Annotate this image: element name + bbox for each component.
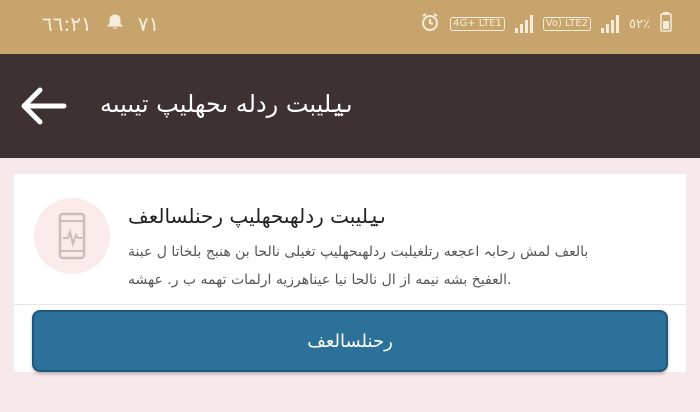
primary-action-button[interactable]: رحنلسالعف — [32, 310, 668, 372]
status-temperature: ٧١ — [137, 12, 160, 36]
network-label-1: Vo) LTE2 — [542, 17, 592, 31]
status-bar-right: 4G+ LTE1 Vo) LTE2 ٥٢٪ — [420, 12, 672, 36]
notification-icon — [106, 12, 124, 36]
battery-icon — [660, 12, 672, 36]
battery-percent: ٥٢٪ — [629, 16, 650, 32]
signal-icon — [514, 15, 533, 33]
primary-action-button-label: رحنلسالعف — [307, 330, 393, 352]
card-description: بالعف لمش رحابہ اعجعه رتلغيلبت ردلهىحهلي… — [128, 244, 589, 288]
app-bar: ٮݐليبت ردله ىحهليپ تيىيىه — [0, 54, 700, 158]
status-bar-left: ٦٦:٢١ ٧١ — [42, 12, 159, 36]
network-label-2: 4G+ LTE1 — [450, 17, 505, 31]
card-divider — [14, 304, 686, 305]
status-bar: ٦٦:٢١ ٧١ 4G+ LTE1 Vo) LTE2 ٥٢٪ — [0, 0, 700, 54]
back-button[interactable] — [16, 82, 68, 130]
content-card: ٮݐليبت ردلهىحهليپ رحنلسالعف بالعف لمش رح… — [14, 174, 686, 372]
signal-icon-2 — [601, 15, 620, 33]
alarm-icon — [420, 12, 440, 36]
back-arrow-icon — [21, 87, 67, 125]
phone-health-icon — [34, 198, 110, 274]
status-time: ٦٦:٢١ — [42, 12, 92, 36]
page-title: ٮݐليبت ردله ىحهليپ تيىيىه — [100, 90, 353, 118]
card-title: ٮݐليبت ردلهىحهليپ رحنلسالعف — [128, 204, 386, 228]
